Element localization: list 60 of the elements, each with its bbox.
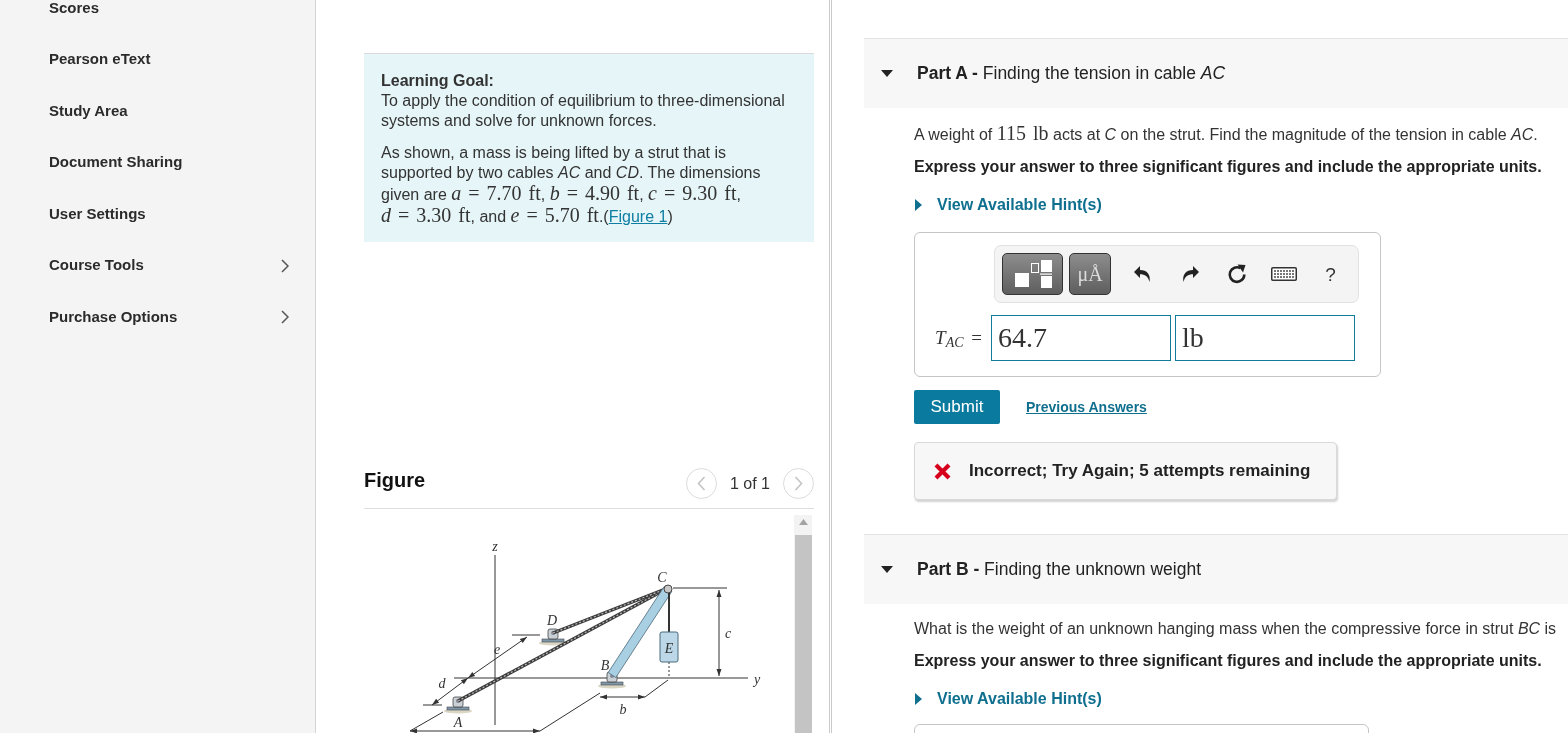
dimension-label: b xyxy=(619,702,627,717)
figure-heading: Figure xyxy=(364,467,426,493)
templates-icon xyxy=(1013,260,1052,288)
reset-icon[interactable] xyxy=(1225,263,1248,285)
sidebar-item[interactable]: Document Sharing xyxy=(0,152,315,173)
axis-label: y xyxy=(753,672,761,687)
instruction-text: Express your answer to three significant figures and include the appropriate units. xyxy=(914,157,1543,177)
sidebar-item[interactable]: Pearson eText xyxy=(0,49,315,70)
previous-answers-link[interactable]: Previous Answers xyxy=(1026,396,1147,418)
dimension-label: e xyxy=(493,642,501,657)
point-label: E xyxy=(664,641,674,656)
keyboard-icon[interactable] xyxy=(1270,267,1297,281)
guide-line xyxy=(539,692,601,732)
learning-goal-heading: Learning Goal: xyxy=(381,71,495,91)
sidebar-item[interactable]: Study Area xyxy=(0,101,315,121)
support-bracket xyxy=(444,696,472,714)
guide-line xyxy=(409,711,444,732)
undo-icon[interactable] xyxy=(1132,265,1153,283)
learning-goal-text: To apply the condition of equilibrium to three-dimensional systems and solve for unknown forces. xyxy=(381,91,786,131)
point-label: B xyxy=(600,658,610,673)
templates-button[interactable] xyxy=(1002,253,1063,295)
dimension-label: c xyxy=(724,626,732,641)
expand-caret-icon[interactable] xyxy=(915,693,922,705)
dimension-arrow xyxy=(599,694,646,700)
problem-description: As shown, a mass is being lifted by a strut that is supported by two cables AC and CD. The dimensions given are a = 7.70 ft, b = 4.90 ft, c = 9.30 ft, d = 3.30 ft, and e = 5.70 ft.(Figure 1) xyxy=(381,143,762,227)
guide-line xyxy=(644,679,669,698)
collapse-caret-icon[interactable] xyxy=(881,566,893,573)
variable-label: T$_{AC}$ = xyxy=(934,325,983,353)
question-text: What is the weight of an unknown hanging mass when the compressive force in strut BC is xyxy=(914,619,1558,639)
answer-value-field[interactable]: 64.7 xyxy=(991,315,1171,361)
dimension-label: d xyxy=(438,676,446,691)
page-counter: 1 of 1 xyxy=(729,473,770,494)
view-hints-link[interactable]: View Available Hint(s) xyxy=(937,689,1102,709)
chevron-right-icon xyxy=(794,476,803,491)
figure-link[interactable]: Figure 1 xyxy=(608,208,668,225)
sidebar-item[interactable]: Scores xyxy=(0,0,315,18)
point-label: D xyxy=(546,613,558,628)
point-label: A xyxy=(453,715,463,730)
part-title: Part A - Finding the tension in cable AC xyxy=(917,62,1226,86)
expand-caret-icon[interactable] xyxy=(915,199,922,211)
scrollbar-thumb[interactable] xyxy=(794,535,812,733)
question-text: A weight of 115 lb acts at C on the strut. Find the magnitude of the tension in cable AC. xyxy=(914,123,1539,145)
point-label: C xyxy=(657,570,667,585)
part-title: Part B - Finding the unknown weight xyxy=(917,558,1202,582)
pin-joint xyxy=(663,584,673,594)
dashed-guide-line xyxy=(668,661,670,679)
view-hints-link[interactable]: View Available Hint(s) xyxy=(937,195,1102,215)
collapse-caret-icon[interactable] xyxy=(881,70,893,77)
instruction-text: Express your answer to three significant figures and include the appropriate units. xyxy=(914,651,1543,671)
hanging-weight xyxy=(659,631,679,663)
help-button[interactable]: ? xyxy=(1325,264,1336,284)
chevron-left-icon xyxy=(696,476,706,491)
feedback-message: Incorrect; Try Again; 5 attempts remaining xyxy=(969,460,1311,483)
axis-label: z xyxy=(492,539,498,554)
submit-button[interactable]: Submit xyxy=(914,390,1000,424)
support-bracket xyxy=(539,628,567,646)
answer-units-field[interactable]: lb xyxy=(1175,315,1355,361)
sidebar-item[interactable]: User Settings xyxy=(0,204,315,224)
sidebar-item[interactable]: Purchase Options xyxy=(0,307,315,327)
sidebar-item[interactable]: Course Tools xyxy=(0,255,315,276)
